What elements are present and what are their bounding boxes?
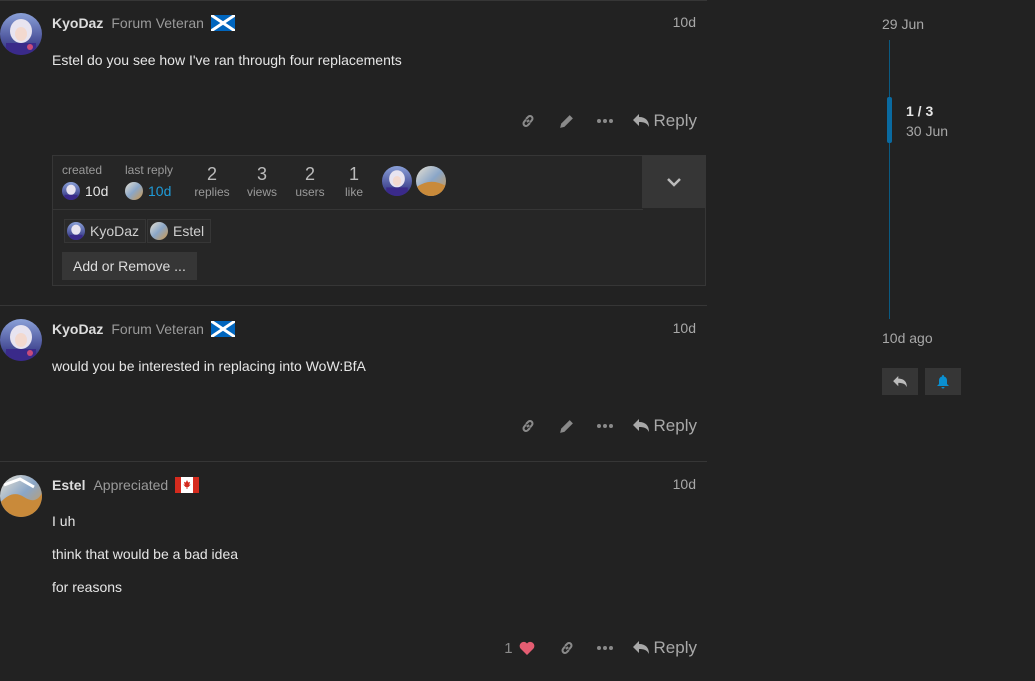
replies-stat: 2 replies — [191, 163, 233, 199]
more-options-icon[interactable] — [596, 645, 613, 651]
replies-count: 2 — [206, 164, 217, 184]
participant-chip-kyodaz[interactable]: KyoDaz — [64, 219, 147, 243]
participant-avatar[interactable] — [382, 166, 412, 196]
post-actions: Reply — [520, 414, 697, 438]
reply-label: Reply — [653, 416, 697, 435]
post-actions: 1 Reply — [504, 636, 697, 660]
notification-bell-button[interactable] — [925, 368, 961, 395]
avatar — [67, 222, 85, 240]
timeline-start-date[interactable]: 29 Jun — [882, 16, 924, 32]
views-stat: 3 views — [242, 163, 282, 199]
post-1: KyoDaz Forum Veteran 10d Estel do you se… — [0, 0, 707, 305]
created-label: created — [62, 163, 103, 177]
post-date[interactable]: 10d — [673, 14, 696, 30]
timeline-end-label[interactable]: 10d ago — [882, 330, 933, 346]
last-reply-value[interactable]: 10d — [125, 182, 171, 200]
participant-avatar[interactable] — [416, 166, 446, 196]
timeline-scroll-track[interactable] — [889, 40, 890, 319]
post-actions: Reply — [520, 109, 697, 133]
user-title: Forum Veteran — [111, 15, 204, 31]
post-date[interactable]: 10d — [673, 320, 696, 336]
scotland-flag-icon — [210, 319, 236, 339]
more-options-icon[interactable] — [596, 118, 613, 124]
avatar — [125, 182, 143, 200]
users-count: 2 — [304, 164, 315, 184]
reply-label: Reply — [653, 638, 697, 657]
link-icon[interactable] — [520, 418, 536, 434]
link-icon[interactable] — [520, 113, 536, 129]
avatar[interactable] — [0, 319, 42, 361]
post-body: Estel do you see how I've ran through fo… — [52, 52, 402, 85]
canada-flag-icon — [175, 477, 200, 493]
reply-button[interactable]: Reply — [632, 416, 697, 436]
post-paragraph: I uh — [52, 513, 76, 529]
like-count: 1 — [504, 639, 513, 657]
post-date[interactable]: 10d — [673, 476, 696, 492]
timeline-position: 1 / 3 — [906, 103, 934, 119]
post-3: Estel Appreciated 10d I uh think that wo… — [0, 462, 707, 681]
topic-map: created 10d last reply 10d 2 replies 3 v… — [52, 155, 706, 286]
users-stat: 2 users — [290, 163, 330, 199]
avatar — [150, 222, 168, 240]
created-date: 10d — [85, 183, 109, 199]
likes-stat: 1 like — [339, 163, 369, 199]
post-2: KyoDaz Forum Veteran 10d would you be in… — [0, 306, 707, 460]
likes-count: 1 — [348, 164, 359, 184]
post-header: Estel Appreciated — [52, 475, 200, 495]
reply-arrow-icon — [632, 114, 649, 127]
user-title: Forum Veteran — [111, 321, 204, 337]
reply-arrow-icon — [632, 641, 649, 654]
expand-topic-map-button[interactable] — [642, 156, 705, 208]
username[interactable]: Estel — [52, 477, 85, 493]
replies-label: replies — [194, 185, 230, 199]
topic-map-summary: created 10d last reply 10d 2 replies 3 v… — [53, 156, 643, 210]
chevron-down-icon — [666, 178, 681, 187]
user-title: Appreciated — [93, 477, 169, 493]
heart-icon — [519, 641, 534, 655]
reply-button[interactable]: Reply — [632, 111, 697, 131]
reply-button[interactable]: Reply — [632, 638, 697, 658]
scotland-flag-icon — [210, 13, 236, 33]
edit-pencil-icon[interactable] — [558, 113, 575, 130]
edit-pencil-icon[interactable] — [558, 418, 575, 435]
participant-name: KyoDaz — [90, 223, 140, 239]
post-body: I uh think that would be a bad idea for … — [52, 513, 238, 612]
more-options-icon[interactable] — [596, 423, 613, 429]
post-paragraph: for reasons — [52, 579, 123, 595]
last-reply-date: 10d — [148, 183, 172, 199]
add-or-remove-button[interactable]: Add or Remove ... — [62, 252, 197, 280]
timeline-scroll-handle[interactable] — [887, 97, 892, 143]
link-icon[interactable] — [559, 640, 575, 656]
last-reply-label: last reply — [125, 163, 174, 177]
post-body: would you be interested in replacing int… — [52, 358, 366, 391]
timeline-position-date: 30 Jun — [906, 123, 949, 139]
avatar — [62, 182, 80, 200]
avatar[interactable] — [0, 475, 42, 517]
created-value[interactable]: 10d — [62, 182, 108, 200]
username[interactable]: KyoDaz — [52, 15, 103, 31]
post-header: KyoDaz Forum Veteran — [52, 13, 236, 33]
post-paragraph: Estel do you see how I've ran through fo… — [52, 52, 402, 68]
post-header: KyoDaz Forum Veteran — [52, 319, 236, 339]
participant-chip-estel[interactable]: Estel — [147, 219, 212, 243]
bell-icon — [937, 374, 949, 388]
users-label: users — [295, 185, 325, 199]
reply-label: Reply — [653, 111, 697, 130]
timeline-reply-button[interactable] — [882, 368, 918, 395]
post-paragraph: think that would be a bad idea — [52, 546, 239, 562]
post-paragraph: would you be interested in replacing int… — [52, 358, 366, 374]
reply-arrow-icon — [632, 419, 649, 432]
likes-label: like — [344, 185, 363, 199]
username[interactable]: KyoDaz — [52, 321, 103, 337]
avatar[interactable] — [0, 13, 42, 55]
like-button[interactable]: 1 — [504, 640, 534, 657]
reply-arrow-icon — [893, 375, 907, 387]
top-divider — [0, 0, 707, 1]
participant-name: Estel — [173, 223, 205, 239]
views-label: views — [246, 185, 277, 199]
views-count: 3 — [256, 164, 267, 184]
